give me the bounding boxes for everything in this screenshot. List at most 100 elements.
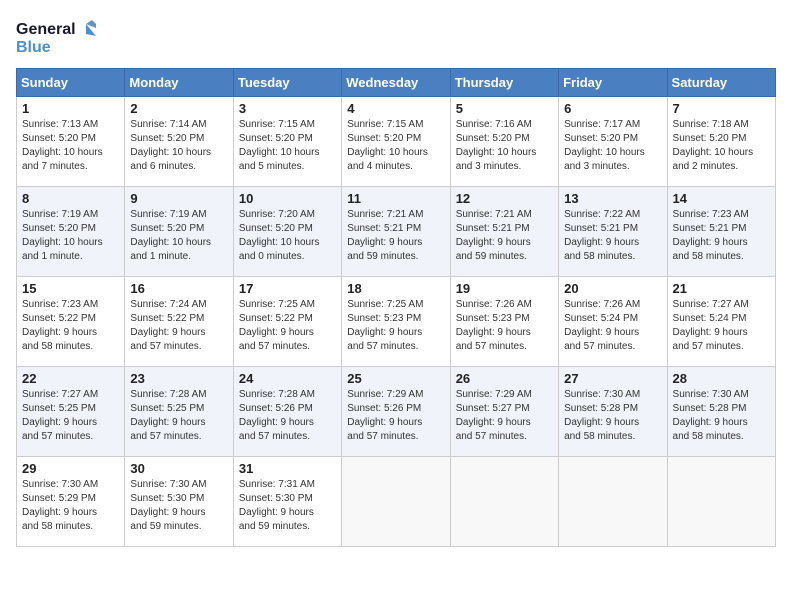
day-number: 19 bbox=[456, 281, 553, 296]
calendar-cell: 29 Sunrise: 7:30 AMSunset: 5:29 PMDayligh… bbox=[17, 457, 125, 547]
day-number: 10 bbox=[239, 191, 336, 206]
calendar-week: 22Sunrise: 7:27 AMSunset: 5:25 PMDayligh… bbox=[17, 367, 776, 457]
cell-info: Sunrise: 7:31 AMSunset: 5:30 PMDaylight:… bbox=[239, 478, 336, 534]
calendar-cell: 1Sunrise: 7:13 AMSunset: 5:20 PMDaylight… bbox=[17, 97, 125, 187]
calendar-cell: 5Sunrise: 7:16 AMSunset: 5:20 PMDaylight… bbox=[450, 97, 558, 187]
cell-info: Sunrise: 7:28 AMSunset: 5:26 PMDaylight:… bbox=[239, 388, 336, 444]
calendar-cell: 24 Sunrise: 7:28 AMSunset: 5:26 PMDayligh… bbox=[233, 367, 341, 457]
day-number: 4 bbox=[347, 101, 444, 116]
calendar-week: 29 Sunrise: 7:30 AMSunset: 5:29 PMDayligh… bbox=[17, 457, 776, 547]
page-header: General Blue bbox=[16, 16, 776, 60]
cell-info: Sunrise: 7:25 AMSunset: 5:22 PMDaylight:… bbox=[239, 298, 336, 354]
calendar-cell: 28 Sunrise: 7:30 AMSunset: 5:28 PMDayligh… bbox=[667, 367, 775, 457]
weekday-header: Friday bbox=[559, 69, 667, 97]
calendar-cell bbox=[667, 457, 775, 547]
day-number: 24 bbox=[239, 371, 336, 386]
cell-info: Sunrise: 7:21 AMSunset: 5:21 PMDaylight:… bbox=[456, 208, 553, 264]
cell-info: Sunrise: 7:29 AMSunset: 5:26 PMDaylight:… bbox=[347, 388, 444, 444]
day-number: 8 bbox=[22, 191, 119, 206]
cell-info: Sunrise: 7:23 AMSunset: 5:22 PMDaylight:… bbox=[22, 298, 119, 354]
day-number: 31 bbox=[239, 461, 336, 476]
day-number: 3 bbox=[239, 101, 336, 116]
calendar-cell: 7 Sunrise: 7:18 AMSunset: 5:20 PMDaylight… bbox=[667, 97, 775, 187]
day-number: 29 bbox=[22, 461, 119, 476]
cell-info: Sunrise: 7:21 AMSunset: 5:21 PMDaylight:… bbox=[347, 208, 444, 264]
calendar-cell: 12Sunrise: 7:21 AMSunset: 5:21 PMDayligh… bbox=[450, 187, 558, 277]
calendar-cell bbox=[342, 457, 450, 547]
calendar-cell: 17Sunrise: 7:25 AMSunset: 5:22 PMDayligh… bbox=[233, 277, 341, 367]
cell-info: Sunrise: 7:14 AMSunset: 5:20 PMDaylight:… bbox=[130, 118, 227, 174]
day-number: 30 bbox=[130, 461, 227, 476]
calendar-cell: 3 Sunrise: 7:15 AMSunset: 5:20 PMDaylight… bbox=[233, 97, 341, 187]
cell-info: Sunrise: 7:16 AMSunset: 5:20 PMDaylight:… bbox=[456, 118, 553, 174]
cell-info: Sunrise: 7:19 AMSunset: 5:20 PMDaylight:… bbox=[22, 208, 119, 264]
cell-info: Sunrise: 7:20 AMSunset: 5:20 PMDaylight:… bbox=[239, 208, 336, 264]
day-number: 14 bbox=[673, 191, 770, 206]
calendar-body: 1Sunrise: 7:13 AMSunset: 5:20 PMDaylight… bbox=[17, 97, 776, 547]
calendar-cell: 21 Sunrise: 7:27 AMSunset: 5:24 PMDayligh… bbox=[667, 277, 775, 367]
calendar-cell: 23Sunrise: 7:28 AMSunset: 5:25 PMDayligh… bbox=[125, 367, 233, 457]
calendar-cell: 31 Sunrise: 7:31 AMSunset: 5:30 PMDayligh… bbox=[233, 457, 341, 547]
calendar-cell: 20Sunrise: 7:26 AMSunset: 5:24 PMDayligh… bbox=[559, 277, 667, 367]
cell-info: Sunrise: 7:28 AMSunset: 5:25 PMDaylight:… bbox=[130, 388, 227, 444]
calendar-cell: 18 Sunrise: 7:25 AMSunset: 5:23 PMDayligh… bbox=[342, 277, 450, 367]
calendar-cell: 19 Sunrise: 7:26 AMSunset: 5:23 PMDayligh… bbox=[450, 277, 558, 367]
calendar-cell: 14 Sunrise: 7:23 AMSunset: 5:21 PMDayligh… bbox=[667, 187, 775, 277]
calendar-week: 8 Sunrise: 7:19 AMSunset: 5:20 PMDaylight… bbox=[17, 187, 776, 277]
day-number: 9 bbox=[130, 191, 227, 206]
calendar-cell: 26 Sunrise: 7:29 AMSunset: 5:27 PMDayligh… bbox=[450, 367, 558, 457]
day-number: 2 bbox=[130, 101, 227, 116]
cell-info: Sunrise: 7:22 AMSunset: 5:21 PMDaylight:… bbox=[564, 208, 661, 264]
day-number: 28 bbox=[673, 371, 770, 386]
calendar-cell: 22Sunrise: 7:27 AMSunset: 5:25 PMDayligh… bbox=[17, 367, 125, 457]
calendar-cell: 4 Sunrise: 7:15 AMSunset: 5:20 PMDaylight… bbox=[342, 97, 450, 187]
cell-info: Sunrise: 7:27 AMSunset: 5:24 PMDaylight:… bbox=[673, 298, 770, 354]
cell-info: Sunrise: 7:25 AMSunset: 5:23 PMDaylight:… bbox=[347, 298, 444, 354]
calendar-cell bbox=[559, 457, 667, 547]
svg-text:Blue: Blue bbox=[16, 39, 51, 56]
calendar-cell: 6Sunrise: 7:17 AMSunset: 5:20 PMDaylight… bbox=[559, 97, 667, 187]
calendar-cell bbox=[450, 457, 558, 547]
cell-info: Sunrise: 7:30 AMSunset: 5:29 PMDaylight:… bbox=[22, 478, 119, 534]
calendar-cell: 15 Sunrise: 7:23 AMSunset: 5:22 PMDayligh… bbox=[17, 277, 125, 367]
day-number: 18 bbox=[347, 281, 444, 296]
cell-info: Sunrise: 7:30 AMSunset: 5:28 PMDaylight:… bbox=[564, 388, 661, 444]
day-number: 7 bbox=[673, 101, 770, 116]
calendar-cell: 10 Sunrise: 7:20 AMSunset: 5:20 PMDayligh… bbox=[233, 187, 341, 277]
cell-info: Sunrise: 7:15 AMSunset: 5:20 PMDaylight:… bbox=[347, 118, 444, 174]
calendar-week: 1Sunrise: 7:13 AMSunset: 5:20 PMDaylight… bbox=[17, 97, 776, 187]
cell-info: Sunrise: 7:30 AMSunset: 5:28 PMDaylight:… bbox=[673, 388, 770, 444]
svg-text:General: General bbox=[16, 21, 76, 38]
weekday-header: Monday bbox=[125, 69, 233, 97]
weekday-header: Saturday bbox=[667, 69, 775, 97]
calendar-cell: 11 Sunrise: 7:21 AMSunset: 5:21 PMDayligh… bbox=[342, 187, 450, 277]
logo-svg: General Blue bbox=[16, 16, 96, 60]
calendar-table: SundayMondayTuesdayWednesdayThursdayFrid… bbox=[16, 68, 776, 547]
logo: General Blue bbox=[16, 16, 96, 60]
day-number: 11 bbox=[347, 191, 444, 206]
day-number: 1 bbox=[22, 101, 119, 116]
calendar-cell: 30 Sunrise: 7:30 AMSunset: 5:30 PMDayligh… bbox=[125, 457, 233, 547]
weekday-header: Tuesday bbox=[233, 69, 341, 97]
cell-info: Sunrise: 7:30 AMSunset: 5:30 PMDaylight:… bbox=[130, 478, 227, 534]
day-number: 16 bbox=[130, 281, 227, 296]
calendar-cell: 25 Sunrise: 7:29 AMSunset: 5:26 PMDayligh… bbox=[342, 367, 450, 457]
cell-info: Sunrise: 7:26 AMSunset: 5:23 PMDaylight:… bbox=[456, 298, 553, 354]
day-number: 25 bbox=[347, 371, 444, 386]
calendar-header: SundayMondayTuesdayWednesdayThursdayFrid… bbox=[17, 69, 776, 97]
cell-info: Sunrise: 7:29 AMSunset: 5:27 PMDaylight:… bbox=[456, 388, 553, 444]
day-number: 21 bbox=[673, 281, 770, 296]
calendar-cell: 9 Sunrise: 7:19 AMSunset: 5:20 PMDaylight… bbox=[125, 187, 233, 277]
calendar-cell: 16Sunrise: 7:24 AMSunset: 5:22 PMDayligh… bbox=[125, 277, 233, 367]
calendar-cell: 27Sunrise: 7:30 AMSunset: 5:28 PMDayligh… bbox=[559, 367, 667, 457]
day-number: 26 bbox=[456, 371, 553, 386]
cell-info: Sunrise: 7:26 AMSunset: 5:24 PMDaylight:… bbox=[564, 298, 661, 354]
cell-info: Sunrise: 7:15 AMSunset: 5:20 PMDaylight:… bbox=[239, 118, 336, 174]
cell-info: Sunrise: 7:18 AMSunset: 5:20 PMDaylight:… bbox=[673, 118, 770, 174]
cell-info: Sunrise: 7:23 AMSunset: 5:21 PMDaylight:… bbox=[673, 208, 770, 264]
day-number: 15 bbox=[22, 281, 119, 296]
cell-info: Sunrise: 7:19 AMSunset: 5:20 PMDaylight:… bbox=[130, 208, 227, 264]
calendar-cell: 8 Sunrise: 7:19 AMSunset: 5:20 PMDaylight… bbox=[17, 187, 125, 277]
day-number: 6 bbox=[564, 101, 661, 116]
day-number: 13 bbox=[564, 191, 661, 206]
